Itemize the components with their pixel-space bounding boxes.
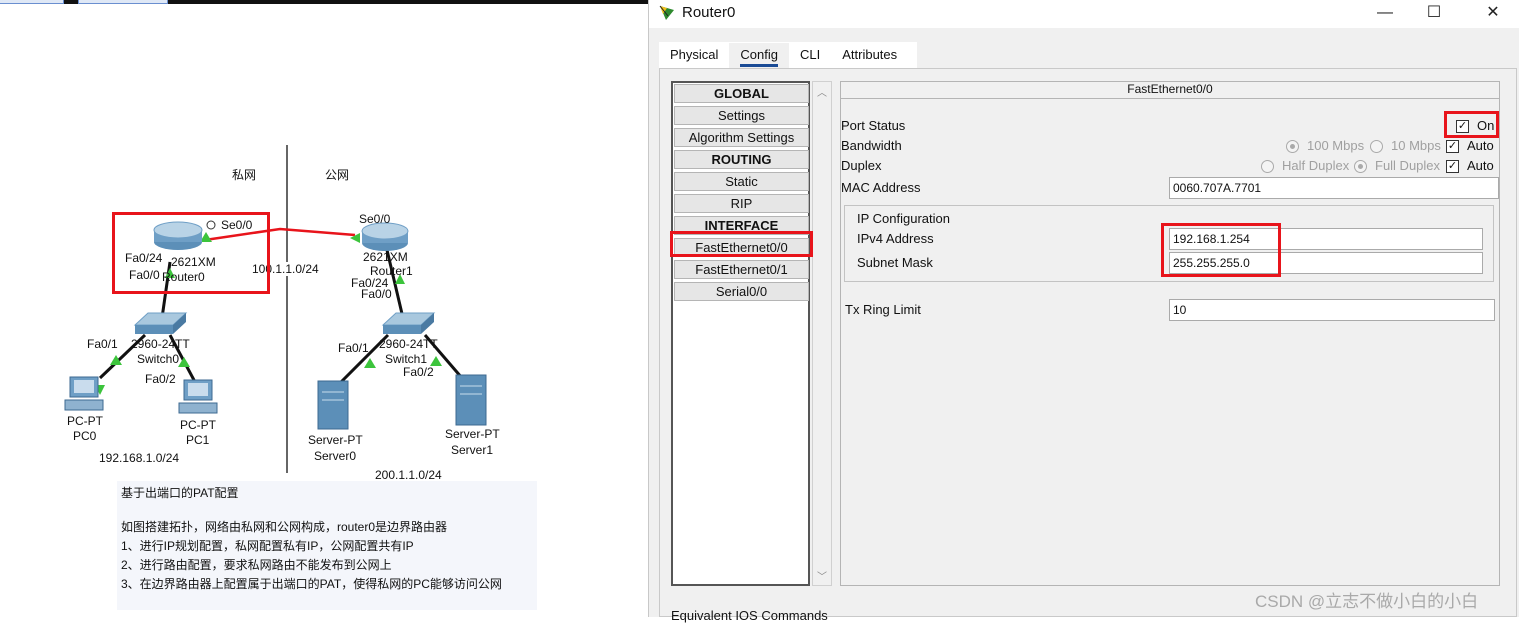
nav-header-routing: ROUTING xyxy=(674,150,809,169)
tx-ring-limit-field[interactable]: 10 xyxy=(1169,299,1495,321)
nav-header-global: GLOBAL xyxy=(674,84,809,103)
port-status-highlight-box xyxy=(1444,111,1499,138)
tab-cli[interactable]: CLI xyxy=(789,43,831,69)
nav-item-fastethernet0-1[interactable]: FastEthernet0/1 xyxy=(674,260,809,279)
zone-public-label: 公网 xyxy=(325,168,350,182)
scroll-up-icon[interactable]: ︿ xyxy=(813,84,831,99)
note-line: 2、进行路由配置，要求私网路由不能发布到公网上 xyxy=(121,558,392,572)
port-up-indicator xyxy=(364,358,376,368)
router1-icon xyxy=(361,222,409,251)
subnet-mask-label: Subnet Mask xyxy=(857,255,933,270)
duplex-auto-label: Auto xyxy=(1467,158,1494,173)
window-titlebar[interactable]: Router0 — ☐ ✕ xyxy=(649,0,1519,28)
close-button[interactable]: ✕ xyxy=(1475,2,1511,24)
note-line: 1、进行IP规划配置，私网配置私有IP，公网配置共有IP xyxy=(121,539,414,553)
pc1-name-label: PC1 xyxy=(186,433,210,447)
note-line: 3、在边界路由器上配置属于出端口的PAT，使得私网的PC能够访问公网 xyxy=(121,577,502,591)
switch0-name-label: Switch0 xyxy=(137,352,180,366)
public-network-label: 200.1.1.0/24 xyxy=(375,468,442,482)
switch1-name-label: Switch1 xyxy=(385,352,428,366)
bandwidth-auto-label: Auto xyxy=(1467,138,1494,153)
tab-attributes[interactable]: Attributes xyxy=(831,43,908,69)
nav-item-serial0-0[interactable]: Serial0/0 xyxy=(674,282,809,301)
switch0-model-label: 2960-24TT xyxy=(131,337,190,351)
switch1-model-label: 2960-24TT xyxy=(379,337,438,351)
pc0-icon xyxy=(64,376,104,411)
switch0-fa1-label: Fa0/1 xyxy=(87,337,118,351)
tab-config[interactable]: Config xyxy=(729,43,789,69)
topology-canvas[interactable]: 私网 公网 Se0/0 Fa0/24 2621XM Fa0/0 Router0 … xyxy=(0,0,648,617)
equivalent-ios-commands-label: Equivalent IOS Commands xyxy=(671,608,828,623)
note-line: 如图搭建拓扑，网络由私网和公网构成，router0是边界路由器 xyxy=(121,520,448,534)
router1-se-port-label: Se0/0 xyxy=(359,212,391,226)
nav-item-algorithm-settings[interactable]: Algorithm Settings xyxy=(674,128,809,147)
bandwidth-10-label: 10 Mbps xyxy=(1391,138,1441,153)
nav-item-settings[interactable]: Settings xyxy=(674,106,809,125)
scroll-down-icon[interactable]: ﹀ xyxy=(813,568,831,583)
scenario-note: 基于出端口的PAT配置 如图搭建拓扑，网络由私网和公网构成，router0是边界… xyxy=(117,481,537,610)
nav-item-rip[interactable]: RIP xyxy=(674,194,809,213)
full-duplex-radio[interactable] xyxy=(1354,160,1367,173)
switch1-fa1-label: Fa0/1 xyxy=(338,341,369,355)
watermark: CSDN @立志不做小白的小白 xyxy=(1255,592,1479,611)
interface-config-box xyxy=(840,81,1500,586)
duplex-auto-checkbox[interactable]: ✓ xyxy=(1446,160,1459,173)
duplex-label: Duplex xyxy=(841,158,882,173)
tab-strip: Physical Config CLI Attributes xyxy=(659,43,908,69)
port-status-label: Port Status xyxy=(841,118,906,133)
note-title: 基于出端口的PAT配置 xyxy=(121,486,239,500)
server0-type-label: Server-PT xyxy=(308,433,363,447)
server1-name-label: Server1 xyxy=(451,443,494,457)
switch1-fa2-label: Fa0/2 xyxy=(403,365,434,379)
private-network-label: 192.168.1.0/24 xyxy=(99,451,180,465)
mac-address-field[interactable]: 0060.707A.7701 xyxy=(1169,177,1499,199)
nav-scrollbar[interactable]: ︿ ﹀ xyxy=(812,81,832,586)
packet-tracer-app-icon xyxy=(659,5,674,20)
bandwidth-auto-checkbox[interactable]: ✓ xyxy=(1446,140,1459,153)
ipv4-address-label: IPv4 Address xyxy=(857,231,934,246)
tab-physical[interactable]: Physical xyxy=(659,43,729,69)
switch0-fa2-label: Fa0/2 xyxy=(145,372,176,386)
pc0-name-label: PC0 xyxy=(73,429,97,443)
window-title: Router0 xyxy=(682,4,736,21)
switch0-icon xyxy=(133,312,188,334)
router0-highlight-box xyxy=(112,212,270,294)
nav-item-static[interactable]: Static xyxy=(674,172,809,191)
router1-fa0-label: Fa0/0 xyxy=(361,287,392,301)
ip-configuration-label: IP Configuration xyxy=(857,211,950,226)
half-duplex-label: Half Duplex xyxy=(1282,158,1350,173)
nav-highlight-box xyxy=(670,231,813,257)
maximize-button[interactable]: ☐ xyxy=(1416,2,1452,24)
zone-private-label: 私网 xyxy=(232,168,257,182)
router-config-window: Router0 — ☐ ✕ Physical Config CLI Attribute… xyxy=(648,0,1519,623)
full-duplex-label: Full Duplex xyxy=(1375,158,1441,173)
pc0-type-label: PC-PT xyxy=(67,414,103,428)
server1-type-label: Server-PT xyxy=(445,427,500,441)
tx-ring-limit-label: Tx Ring Limit xyxy=(845,302,921,317)
router1-model-label: 2621XM xyxy=(363,250,408,264)
server1-icon xyxy=(455,374,487,426)
bandwidth-100-label: 100 Mbps xyxy=(1307,138,1365,153)
server0-name-label: Server0 xyxy=(314,449,357,463)
half-duplex-radio[interactable] xyxy=(1261,160,1274,173)
minimize-button[interactable]: — xyxy=(1367,2,1403,24)
bandwidth-label: Bandwidth xyxy=(841,138,902,153)
switch1-icon xyxy=(381,312,436,334)
bandwidth-10-radio[interactable] xyxy=(1370,140,1383,153)
server0-icon xyxy=(317,380,349,430)
bandwidth-100-radio[interactable] xyxy=(1286,140,1299,153)
ip-highlight-box xyxy=(1161,223,1281,277)
mac-address-label: MAC Address xyxy=(841,180,921,195)
interface-header: FastEthernet0/0 xyxy=(841,82,1499,99)
pc1-type-label: PC-PT xyxy=(180,418,216,432)
port-up-indicator xyxy=(178,357,190,367)
pc1-icon xyxy=(178,379,218,414)
